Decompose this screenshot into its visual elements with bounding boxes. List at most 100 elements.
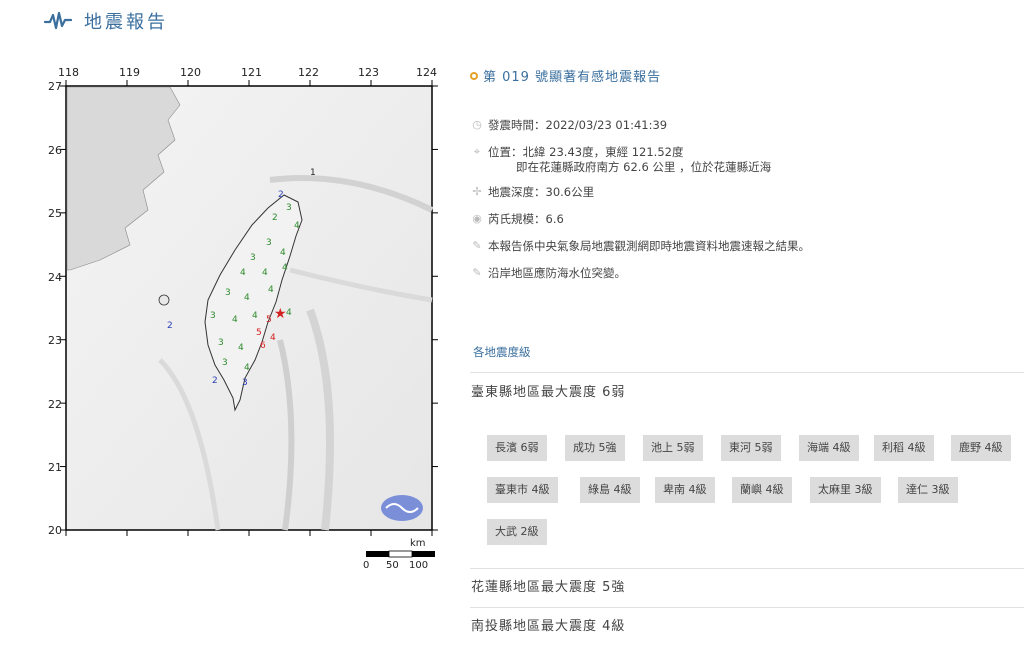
svg-text:4: 4 — [244, 293, 250, 303]
lat-tick-label: 21 — [48, 461, 62, 474]
report-marker-icon — [470, 71, 478, 80]
svg-text:3: 3 — [210, 311, 216, 321]
svg-text:4: 4 — [244, 363, 250, 373]
pencil-icon: ✎ — [472, 266, 482, 279]
svg-text:4: 4 — [294, 221, 300, 231]
lon-tick-label: 118 — [58, 66, 79, 79]
scale-label: 50 — [386, 560, 399, 571]
svg-text:6: 6 — [260, 341, 266, 351]
levels-link[interactable]: 各地震度級 — [473, 344, 531, 360]
lat-tick-label: 22 — [48, 398, 62, 411]
svg-text:4: 4 — [280, 248, 286, 258]
station-chip: 卑南 4級 — [655, 477, 715, 503]
seismograph-icon — [44, 11, 72, 30]
scale-bar-segment — [412, 551, 435, 557]
lat-tick-label: 26 — [48, 144, 62, 157]
earthquake-map: 234 343 443 443 443 434 44 5546 2232 ★ 1… — [40, 60, 450, 580]
report-title-row: 第 019 號顯著有感地震報告 — [470, 66, 661, 85]
lon-tick-label: 119 — [119, 66, 140, 79]
lon-tick-label: 121 — [241, 66, 262, 79]
magnitude-icon: ◉ — [472, 212, 482, 225]
station-chip: 綠島 4級 — [580, 477, 640, 503]
info-location: ⌖ 位置：北緯 23.43度，東經 121.52度 即在花蓮縣政府南方 62.6… — [470, 145, 810, 185]
report-info: ◷ 發震時間：2022/03/23 01:41:39 ⌖ 位置：北緯 23.43… — [470, 118, 810, 293]
info-note2: ✎ 沿岸地區應防海水位突變。 — [470, 266, 810, 293]
station-chip: 臺東市 4級 — [487, 477, 558, 503]
svg-text:3: 3 — [250, 253, 256, 263]
station-chip: 鹿野 4級 — [951, 435, 1011, 461]
station-chip: 達仁 3級 — [898, 477, 958, 503]
county-header-nantou[interactable]: 南投縣地區最大震度 4級 — [470, 607, 1024, 646]
svg-text:2: 2 — [212, 376, 218, 386]
epicenter-star-icon: ★ — [274, 306, 287, 322]
lon-tick-label: 124 — [416, 66, 437, 79]
lat-tick-label: 27 — [48, 80, 62, 93]
lat-tick-label: 25 — [48, 207, 62, 220]
station-chip: 利稻 4級 — [874, 435, 934, 461]
page-header: 地震報告 — [44, 8, 168, 34]
svg-text:4: 4 — [268, 285, 274, 295]
lat-tick-label: 20 — [48, 524, 62, 537]
info-time-text: 發震時間：2022/03/23 01:41:39 — [488, 118, 668, 132]
station-chip: 池上 5弱 — [643, 435, 703, 461]
pencil-icon: ✎ — [472, 239, 482, 252]
page-title: 地震報告 — [84, 12, 168, 33]
scale-bar-segment — [366, 551, 389, 557]
clock-icon: ◷ — [472, 118, 482, 131]
svg-text:3: 3 — [218, 338, 224, 348]
lon-tick-label: 120 — [180, 66, 201, 79]
map-svg: 234 343 4 43 443 4 43 43 4 44 55 46 22 32 ★ — [60, 80, 438, 558]
svg-text:5: 5 — [256, 328, 262, 338]
station-chip: 蘭嶼 4級 — [732, 477, 792, 503]
info-depth: ✢ 地震深度：30.6公里 — [470, 185, 810, 212]
info-depth-text: 地震深度：30.6公里 — [488, 185, 595, 199]
svg-text:4: 4 — [238, 343, 244, 353]
svg-text:2: 2 — [272, 213, 278, 223]
penghu-islands — [158, 294, 170, 306]
scale-bar-segment — [388, 550, 413, 558]
info-time: ◷ 發震時間：2022/03/23 01:41:39 — [470, 118, 810, 145]
info-note1: ✎ 本報告係中央氣象局地震觀測網即時地震資料地震速報之結果。 — [470, 239, 810, 266]
info-magnitude: ◉ 芮氏規模：6.6 — [470, 212, 810, 239]
svg-text:4: 4 — [282, 263, 288, 273]
depth-icon: ✢ — [472, 185, 482, 198]
scale-unit: km — [410, 538, 426, 549]
svg-text:3: 3 — [266, 238, 272, 248]
county-header-taitung[interactable]: 臺東縣地區最大震度 6弱 — [470, 372, 1024, 413]
lon-tick-label: 123 — [358, 66, 379, 79]
info-magnitude-text: 芮氏規模：6.6 — [488, 212, 564, 226]
svg-text:4: 4 — [270, 333, 276, 343]
scale-label: 0 — [363, 560, 370, 571]
svg-text:3: 3 — [222, 358, 228, 368]
lon-tick-label: 122 — [298, 66, 319, 79]
station-chip: 成功 5強 — [565, 435, 625, 461]
svg-text:4: 4 — [232, 315, 238, 325]
svg-text:4: 4 — [262, 268, 268, 278]
location-coordinates: 位置：北緯 23.43度，東經 121.52度 — [488, 145, 684, 159]
station-chip: 大武 2級 — [487, 519, 547, 545]
location-detail: 即在花蓮縣政府南方 62.6 公里 ，位於花蓮縣近海 — [516, 160, 772, 174]
station-chip: 海端 4級 — [799, 435, 859, 461]
svg-text:2: 2 — [278, 190, 284, 200]
county-header-hualien[interactable]: 花蓮縣地區最大震度 5強 — [470, 568, 1024, 607]
info-note1-text: 本報告係中央氣象局地震觀測網即時地震資料地震速報之結果。 — [488, 239, 810, 253]
info-note2-text: 沿岸地區應防海水位突變。 — [488, 266, 626, 280]
svg-text:4: 4 — [252, 311, 258, 321]
station-chip: 長濱 6弱 — [487, 435, 547, 461]
svg-text:3: 3 — [242, 378, 248, 388]
scale-label: 100 — [409, 560, 429, 571]
svg-text:4: 4 — [286, 308, 292, 318]
station-chip: 東河 5弱 — [721, 435, 781, 461]
svg-text:4: 4 — [240, 268, 246, 278]
info-location-text: 位置：北緯 23.43度，東經 121.52度 即在花蓮縣政府南方 62.6 公… — [488, 145, 771, 175]
svg-text:3: 3 — [225, 288, 231, 298]
svg-text:5: 5 — [266, 315, 272, 325]
svg-text:2: 2 — [167, 321, 173, 331]
report-title: 第 019 號顯著有感地震報告 — [483, 70, 662, 85]
offshore-intensity-label: 1 — [310, 168, 316, 178]
location-pin-icon: ⌖ — [473, 145, 481, 158]
lat-tick-label: 23 — [48, 334, 62, 347]
lat-tick-label: 24 — [48, 271, 62, 284]
svg-text:3: 3 — [286, 203, 292, 213]
station-chip: 太麻里 3級 — [810, 477, 881, 503]
